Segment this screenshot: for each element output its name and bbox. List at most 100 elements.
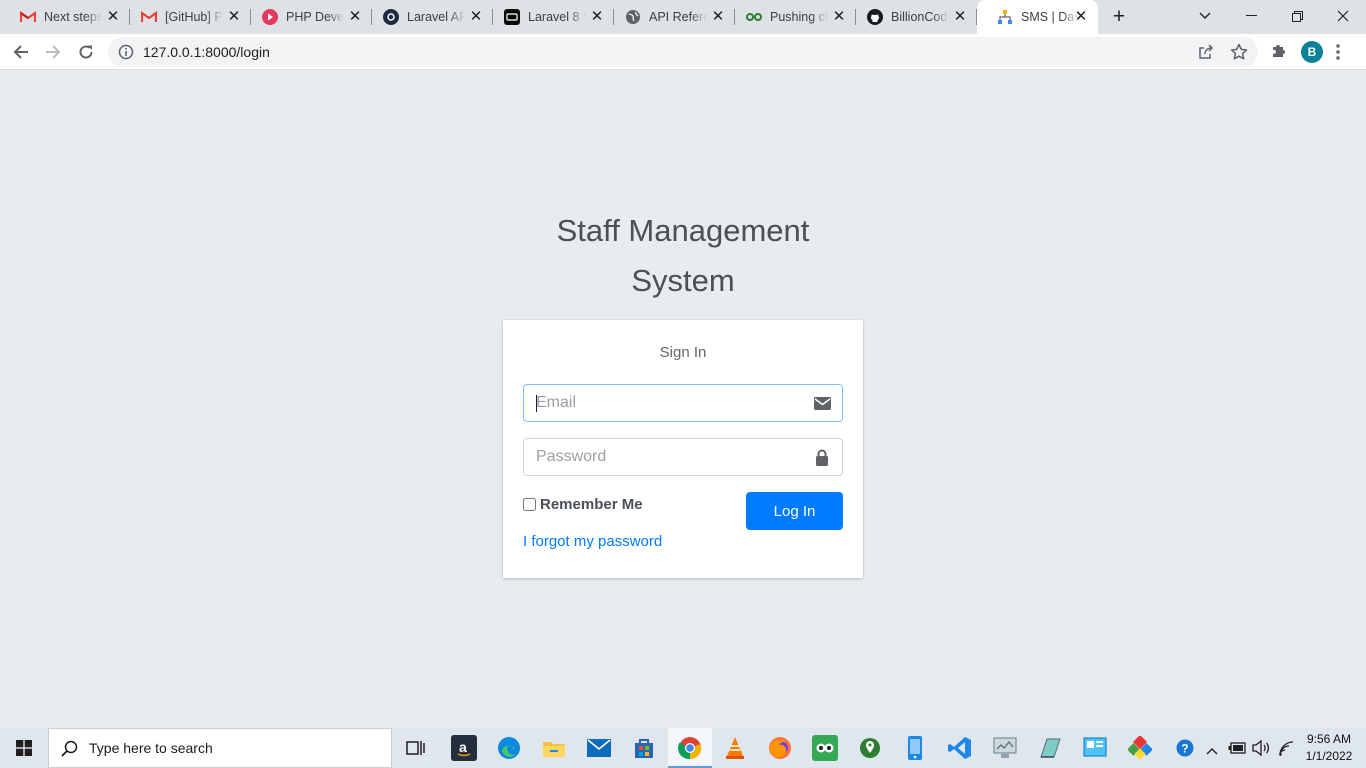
login-button[interactable]: Log In (746, 492, 843, 530)
login-logo: Staff Management System (483, 206, 883, 306)
speaker-icon[interactable] (1252, 739, 1270, 761)
email-field-group (523, 384, 843, 422)
restore-icon (1291, 10, 1303, 22)
svg-text:?: ? (1181, 742, 1188, 756)
clock-time: 9:56 AM (1306, 732, 1352, 746)
forgot-password-link[interactable]: I forgot my password (523, 533, 662, 550)
email-field[interactable] (536, 385, 804, 421)
git-icon (746, 9, 762, 25)
windows-taskbar: Type here to search a ? 9:56 AM 1/1/2022 (0, 728, 1366, 768)
battery-icon[interactable] (1228, 741, 1246, 759)
laravel-bc-icon (383, 9, 399, 25)
close-icon[interactable]: ✕ (952, 9, 968, 25)
arrow-left-icon (13, 45, 28, 59)
tab-laravel-api[interactable]: Laravel API ✕ (363, 0, 493, 34)
taskbar-clock[interactable]: 9:56 AM 1/1/2022 (1298, 731, 1360, 765)
windows-start-icon[interactable] (16, 740, 32, 761)
tab-laravel-sanctum[interactable]: Laravel 8 Sanctum ✕ (484, 0, 614, 34)
gmail-icon (141, 9, 157, 25)
taskbar-search[interactable]: Type here to search (48, 728, 392, 768)
tab-search-button[interactable] (1182, 0, 1228, 32)
tab-strip: Next steps ✕ [GitHub] PHP ✕ PHP Develope… (0, 0, 1366, 34)
edge-icon[interactable] (496, 735, 522, 761)
address-bar[interactable]: 127.0.0.1:8000/login (108, 37, 1258, 67)
arrow-right-icon (46, 45, 61, 59)
envelope-icon (813, 395, 831, 412)
text-caret (536, 395, 537, 412)
login-card: Sign In Remember Me Log In I forgot my p… (503, 320, 863, 578)
help-icon[interactable]: ? (1176, 739, 1194, 762)
close-window-button[interactable] (1320, 0, 1366, 32)
globe-icon (625, 9, 641, 25)
git-gui-icon[interactable] (1127, 735, 1153, 761)
svg-text:a: a (459, 739, 467, 755)
tripadvisor-icon[interactable] (812, 735, 838, 761)
reload-button[interactable] (73, 39, 99, 65)
tab-api-reference[interactable]: API Reference ✕ (605, 0, 735, 34)
phone-app-icon[interactable] (902, 735, 928, 761)
tab-billioncode[interactable]: BillionCode ✕ (847, 0, 977, 34)
close-icon[interactable]: ✕ (831, 9, 847, 25)
tab-next-steps[interactable]: Next steps ✕ (0, 0, 130, 34)
reload-icon (79, 45, 93, 59)
share-icon[interactable] (1198, 44, 1214, 65)
minimize-button[interactable] (1228, 0, 1274, 32)
close-icon[interactable]: ✕ (589, 9, 605, 25)
close-icon[interactable]: ✕ (226, 9, 242, 25)
laravel-dev-icon (504, 9, 520, 25)
mail-icon[interactable] (586, 735, 612, 761)
file-explorer-icon[interactable] (541, 735, 567, 761)
tab-github-php[interactable]: [GitHub] PHP ✕ (121, 0, 251, 34)
notebook-app-icon[interactable] (1037, 735, 1063, 761)
remember-me[interactable]: Remember Me (523, 496, 643, 513)
restore-button[interactable] (1274, 0, 1320, 32)
close-icon[interactable]: ✕ (105, 9, 121, 25)
sitemap-icon (997, 9, 1013, 25)
logo-line-1: Staff Management (556, 213, 810, 248)
task-view-icon[interactable] (403, 735, 429, 761)
firefox-icon[interactable] (767, 735, 793, 761)
chevron-down-icon (1199, 12, 1211, 19)
address-url[interactable]: 127.0.0.1:8000/login (143, 44, 270, 60)
microsoft-store-icon[interactable] (631, 735, 657, 761)
gmail-icon (20, 9, 36, 25)
forward-button[interactable] (40, 39, 66, 65)
close-icon[interactable]: ✕ (710, 9, 726, 25)
php-dev-icon (262, 9, 278, 25)
clock-date: 1/1/2022 (1305, 749, 1353, 763)
control-panel-icon[interactable] (1082, 735, 1108, 761)
tab-pushing-changes[interactable]: Pushing changes ✕ (726, 0, 856, 34)
close-icon[interactable]: ✕ (347, 9, 363, 25)
logo-line-2: System (631, 263, 735, 298)
vscode-icon[interactable] (947, 735, 973, 761)
chrome-icon[interactable] (677, 735, 703, 761)
monitor-app-icon[interactable] (992, 735, 1018, 761)
password-field[interactable] (536, 439, 804, 475)
new-tab-button[interactable]: + (1108, 6, 1130, 28)
amazon-icon[interactable]: a (451, 735, 477, 761)
show-hidden-icons-icon[interactable] (1206, 742, 1218, 760)
wifi-icon[interactable] (1278, 740, 1294, 761)
password-field-group (523, 438, 843, 476)
star-icon[interactable] (1230, 43, 1248, 66)
extensions-icon[interactable] (1270, 42, 1288, 65)
remember-me-checkbox[interactable] (523, 498, 536, 511)
close-icon (1337, 10, 1349, 22)
remember-me-label: Remember Me (540, 496, 643, 513)
lock-icon (813, 449, 831, 466)
github-icon (867, 9, 883, 25)
maps-app-icon[interactable] (857, 735, 883, 761)
close-icon[interactable]: ✕ (468, 9, 484, 25)
minimize-icon (1245, 15, 1257, 16)
tab-php-developer[interactable]: PHP Developer ✕ (242, 0, 372, 34)
more-menu-icon[interactable] (1336, 44, 1340, 65)
profile-avatar[interactable]: B (1301, 41, 1323, 63)
vlc-icon[interactable] (722, 735, 748, 761)
info-icon[interactable] (118, 44, 134, 65)
tab-sms-dashboard[interactable]: SMS | Dashboard ✕ (977, 0, 1098, 34)
browser-toolbar: 127.0.0.1:8000/login B (0, 34, 1366, 70)
login-box-message: Sign In (659, 344, 707, 361)
back-button[interactable] (8, 39, 34, 65)
search-icon (61, 740, 78, 760)
close-icon[interactable]: ✕ (1073, 9, 1089, 25)
